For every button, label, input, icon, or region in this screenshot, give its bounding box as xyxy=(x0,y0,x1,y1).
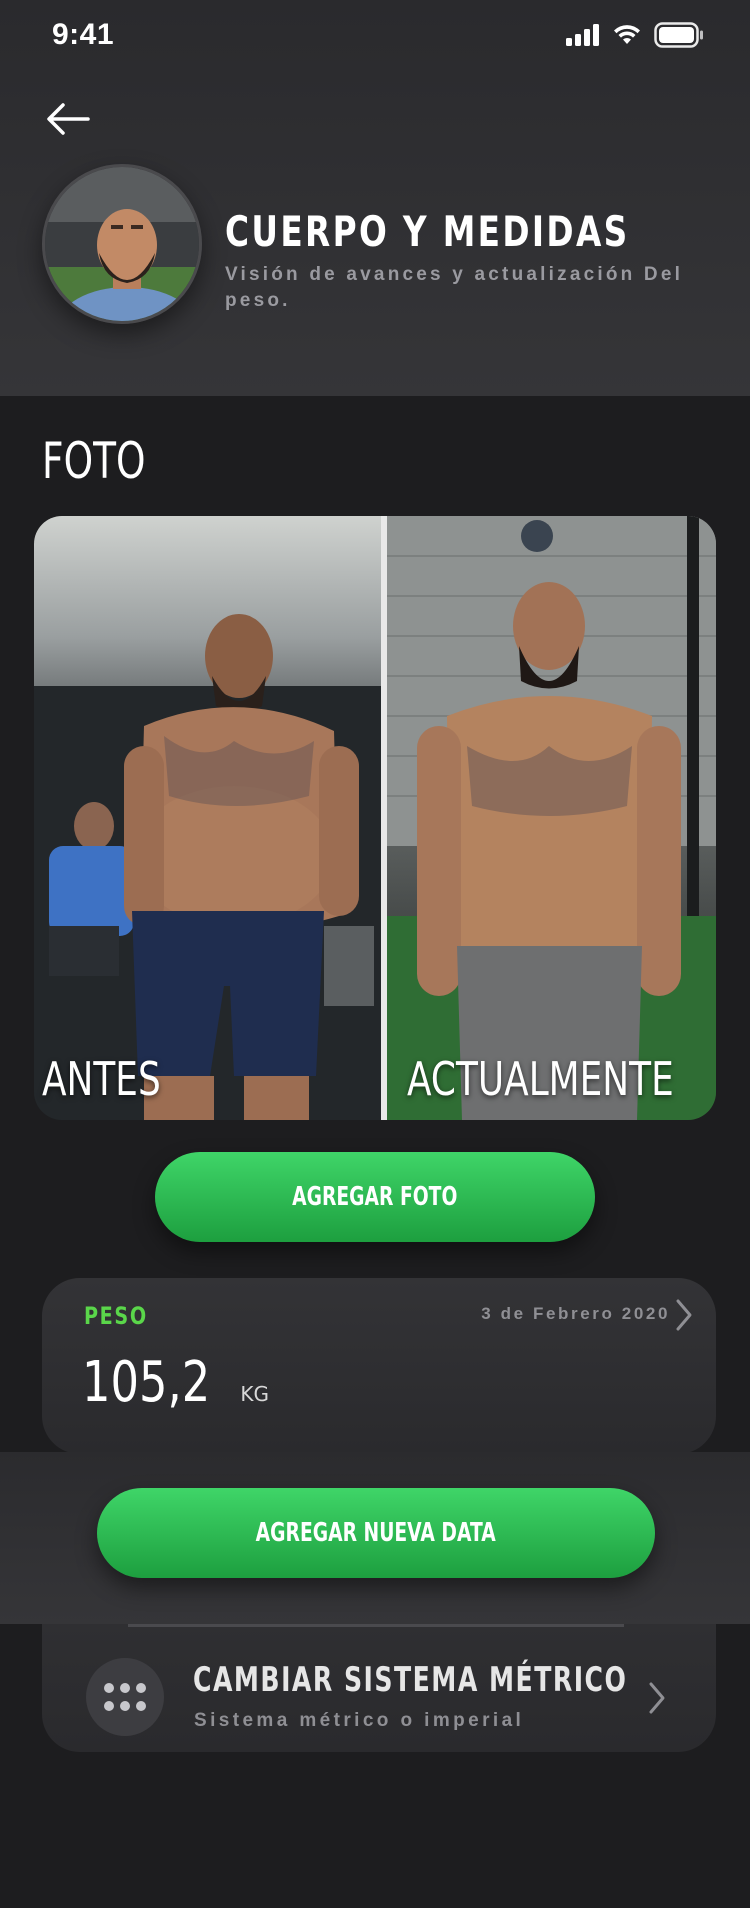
back-arrow-icon xyxy=(47,103,90,135)
weight-value: 105,2 KG xyxy=(82,1350,269,1415)
metric-icon xyxy=(86,1658,164,1736)
chevron-right-icon xyxy=(649,1682,665,1714)
status-icons xyxy=(566,22,704,48)
page-title: CUERPO Y MEDIDAS xyxy=(225,207,630,256)
before-photo-image xyxy=(34,614,381,1120)
status-bar: 9:41 xyxy=(0,0,750,70)
header: 9:41 CUERPO Y MEDIDAS Visión de avances … xyxy=(0,0,750,396)
signal-icon xyxy=(566,24,599,46)
page-subtitle: Visión de avances y actualización Del pe… xyxy=(225,264,684,311)
after-label: ACTUALMENTE xyxy=(407,1052,674,1106)
status-time: 9:41 xyxy=(52,18,115,51)
photo-section-title: FOTO xyxy=(42,432,146,490)
add-photo-label: AGREGAR FOTO xyxy=(292,1182,458,1212)
divider xyxy=(128,1624,624,1627)
avatar xyxy=(42,164,202,324)
metric-system-title: CAMBIAR SISTEMA MÉTRICO xyxy=(193,1660,628,1700)
dots-grid-icon xyxy=(104,1683,146,1711)
add-new-data-label: AGREGAR NUEVA DATA xyxy=(255,1518,497,1548)
metric-system-subtitle: Sistema métrico o imperial xyxy=(194,1710,525,1731)
avatar-image xyxy=(45,167,199,321)
weight-unit: KG xyxy=(240,1382,269,1406)
weight-number: 105,2 xyxy=(82,1350,211,1415)
add-photo-button[interactable]: AGREGAR FOTO xyxy=(155,1152,595,1242)
chevron-right-icon xyxy=(676,1299,692,1331)
photo-comparison[interactable]: ANTES ACTUALMENTE xyxy=(34,516,716,1120)
wifi-icon xyxy=(614,25,640,44)
weight-date: 3 de Febrero 2020 xyxy=(481,1304,670,1323)
after-photo: ACTUALMENTE xyxy=(387,516,716,1120)
weight-label: PESO xyxy=(84,1302,148,1330)
after-photo-image xyxy=(387,516,716,1120)
battery-icon xyxy=(654,22,703,48)
before-label: ANTES xyxy=(42,1052,161,1106)
back-button[interactable] xyxy=(40,96,96,142)
weight-card[interactable]: PESO 3 de Febrero 2020 105,2 KG xyxy=(42,1278,716,1454)
before-photo: ANTES xyxy=(34,516,381,1120)
add-new-data-button[interactable]: AGREGAR NUEVA DATA xyxy=(97,1488,655,1578)
